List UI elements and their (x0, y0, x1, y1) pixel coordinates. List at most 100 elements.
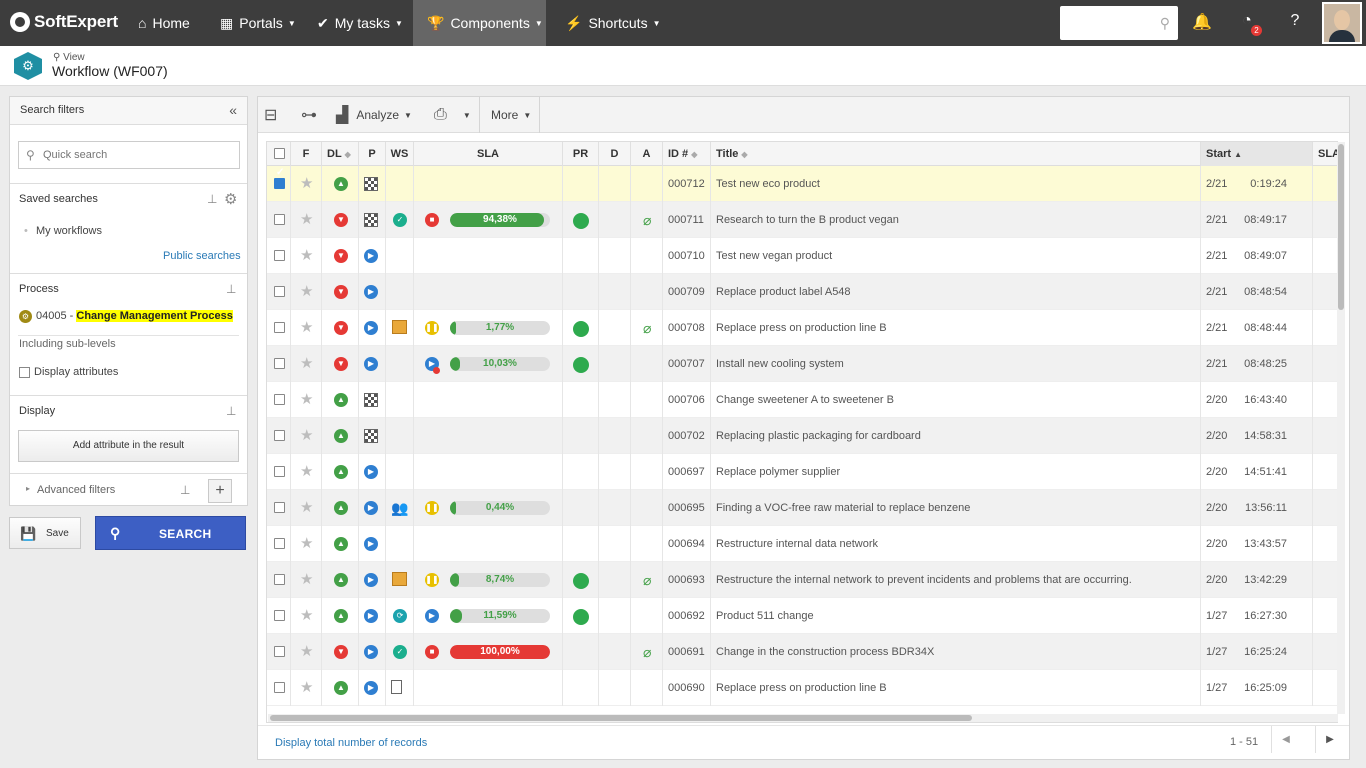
star-icon[interactable]: ★ (300, 490, 313, 526)
row-checkbox[interactable] (274, 574, 285, 585)
bell-icon[interactable]: 🔔 (1191, 12, 1213, 34)
pin-icon[interactable]: ⊥ (226, 282, 236, 296)
more-button[interactable]: More ▼ (491, 97, 531, 133)
star-icon[interactable]: ★ (300, 202, 313, 238)
table-row[interactable]: ★ ▲ ▶ 000690 Replace press on production lin… (267, 670, 1337, 706)
advanced-filters-label[interactable]: Advanced filters (37, 484, 115, 496)
row-checkbox[interactable] (274, 430, 285, 441)
view-record-button[interactable]: ⊟ (264, 97, 277, 133)
record-id[interactable]: 000694 (668, 526, 710, 562)
table-row[interactable]: ★ ▲ ▶ ❚❚ 8,74% ⌀ 000693 Restructure the interna… (267, 562, 1337, 598)
gear-icon[interactable]: ⚙ (224, 190, 237, 208)
column-title[interactable]: Title ◆ (711, 142, 1201, 166)
table-row[interactable]: ★ ▼ ▶ ✓ ■ 100,00% ⌀ 000691 Change in the constru… (267, 634, 1337, 670)
star-icon[interactable]: ★ (300, 526, 313, 562)
pin-icon[interactable]: ⊥ (226, 404, 236, 418)
analyze-button[interactable]: ▟ Analyze ▼ (336, 97, 412, 133)
record-id[interactable]: 000709 (668, 274, 710, 310)
column-ws[interactable]: WS (386, 142, 414, 166)
row-checkbox[interactable] (274, 167, 285, 189)
record-id[interactable]: 000697 (668, 454, 710, 490)
column-id[interactable]: ID # ◆ (663, 142, 711, 166)
column-f[interactable]: F (291, 142, 322, 166)
horizontal-scroll-thumb[interactable] (270, 715, 972, 721)
record-id[interactable]: 000690 (668, 670, 710, 706)
record-title[interactable]: Change in the construction process BDR34… (716, 634, 1196, 670)
record-title[interactable]: Install new cooling system (716, 346, 1196, 382)
table-row[interactable]: ★ ▼ ▶ 000709 Replace product label A548 2/21 0… (267, 274, 1337, 310)
pin-icon[interactable]: ⊥ (180, 483, 190, 497)
table-row[interactable]: ★ ▲ ▶ ⟳ ▶ 11,59% 000692 Product 511 change 1/27 1… (267, 598, 1337, 634)
star-icon[interactable]: ★ (300, 346, 313, 382)
record-title[interactable]: Research to turn the B product vegan (716, 202, 1196, 238)
public-searches-link[interactable]: Public searches (163, 250, 241, 262)
record-id[interactable]: 000710 (668, 238, 710, 274)
record-title[interactable]: Restructure internal data network (716, 526, 1196, 562)
vertical-scrollbar[interactable] (1337, 142, 1345, 714)
table-row[interactable]: ★ ▲ 000712Test new eco product 2/21 0:19:24 (267, 166, 1337, 202)
star-icon[interactable]: ★ (300, 670, 313, 706)
print-button[interactable]: ⎙ ▼ (434, 97, 471, 133)
vertical-scroll-thumb[interactable] (1338, 144, 1344, 310)
paperclip-icon[interactable]: ⌀ (643, 634, 651, 670)
column-start[interactable]: Start ▲ (1201, 142, 1313, 166)
nav-home[interactable]: ⌂ Home (124, 0, 204, 46)
record-title[interactable]: Replace press on production line B (716, 670, 1196, 706)
quick-search-input[interactable] (43, 146, 233, 164)
help-icon[interactable]: ? (1284, 12, 1306, 34)
record-id[interactable]: 000711 (668, 202, 710, 238)
column-pr[interactable]: PR (563, 142, 599, 166)
star-icon[interactable]: ★ (300, 562, 313, 598)
row-checkbox[interactable] (274, 322, 285, 333)
paperclip-icon[interactable]: ⌀ (643, 562, 651, 598)
user-avatar[interactable] (1322, 2, 1362, 44)
previous-page-button[interactable]: ◀ (1271, 726, 1300, 753)
star-icon[interactable]: ★ (300, 382, 313, 418)
tasks-alert-icon[interactable]: ◔ 2 (1236, 12, 1262, 36)
nav-components[interactable]: 🏆 Components ▼ (413, 0, 546, 46)
record-title[interactable]: Replace polymer supplier (716, 454, 1196, 490)
record-title[interactable]: Replace product label A548 (716, 274, 1196, 310)
row-checkbox[interactable] (274, 538, 285, 549)
nav-shortcuts[interactable]: ⚡ Shortcuts ▼ (551, 0, 675, 46)
chevron-right-icon[interactable]: ▸ (26, 484, 30, 493)
display-attributes-checkbox[interactable] (19, 367, 30, 378)
save-button[interactable]: 💾 Save (9, 517, 81, 549)
record-id[interactable]: 000691 (668, 634, 710, 670)
add-attribute-button[interactable]: Add attribute in the result (18, 430, 239, 462)
column-sla-end[interactable]: SLA (1313, 142, 1337, 166)
row-checkbox[interactable] (274, 466, 285, 477)
pin-icon[interactable]: ⊥ (207, 192, 217, 206)
column-a[interactable]: A (631, 142, 663, 166)
record-id[interactable]: 000692 (668, 598, 710, 634)
star-icon[interactable]: ★ (300, 634, 313, 670)
row-checkbox[interactable] (274, 502, 285, 513)
table-row[interactable]: ★ ▲ ▶ 👥 ❚❚ 0,44% 000695 Finding a VOC-free raw … (267, 490, 1337, 526)
row-checkbox[interactable] (274, 250, 285, 261)
record-title[interactable]: Product 511 change (716, 598, 1196, 634)
record-title[interactable]: Test new vegan product (716, 238, 1196, 274)
global-search-input[interactable]: ⚲ (1060, 6, 1178, 40)
row-checkbox[interactable] (274, 286, 285, 297)
softexpert-logo[interactable]: SoftExpert (10, 11, 118, 33)
paperclip-icon[interactable]: ⌀ (643, 310, 651, 346)
record-title[interactable]: Finding a VOC-free raw material to repla… (716, 490, 1196, 526)
column-p[interactable]: P (359, 142, 386, 166)
next-page-button[interactable]: ▶ (1315, 726, 1344, 753)
column-sla[interactable]: SLA (414, 142, 563, 166)
star-icon[interactable]: ★ (300, 238, 313, 274)
star-icon[interactable]: ★ (300, 274, 313, 310)
column-d[interactable]: D (599, 142, 631, 166)
record-title[interactable]: Change sweetener A to sweetener B (716, 382, 1196, 418)
display-total-link[interactable]: Display total number of records (275, 737, 427, 749)
nav-portals[interactable]: ▦ Portals ▼ (206, 0, 310, 46)
record-id[interactable]: 000708 (668, 310, 710, 346)
record-id[interactable]: 000702 (668, 418, 710, 454)
quick-search-field[interactable]: ⚲ (18, 141, 240, 169)
star-icon[interactable]: ★ (300, 310, 313, 346)
table-row[interactable]: ★ ▼ ▶ ❚❚ 1,77% ⌀ 000708 Replace press on produc… (267, 310, 1337, 346)
search-button[interactable]: ⚲ SEARCH (95, 516, 246, 550)
collapse-panel-icon[interactable]: « (229, 102, 237, 118)
add-filter-button[interactable]: + (208, 479, 232, 503)
row-checkbox[interactable] (274, 610, 285, 621)
